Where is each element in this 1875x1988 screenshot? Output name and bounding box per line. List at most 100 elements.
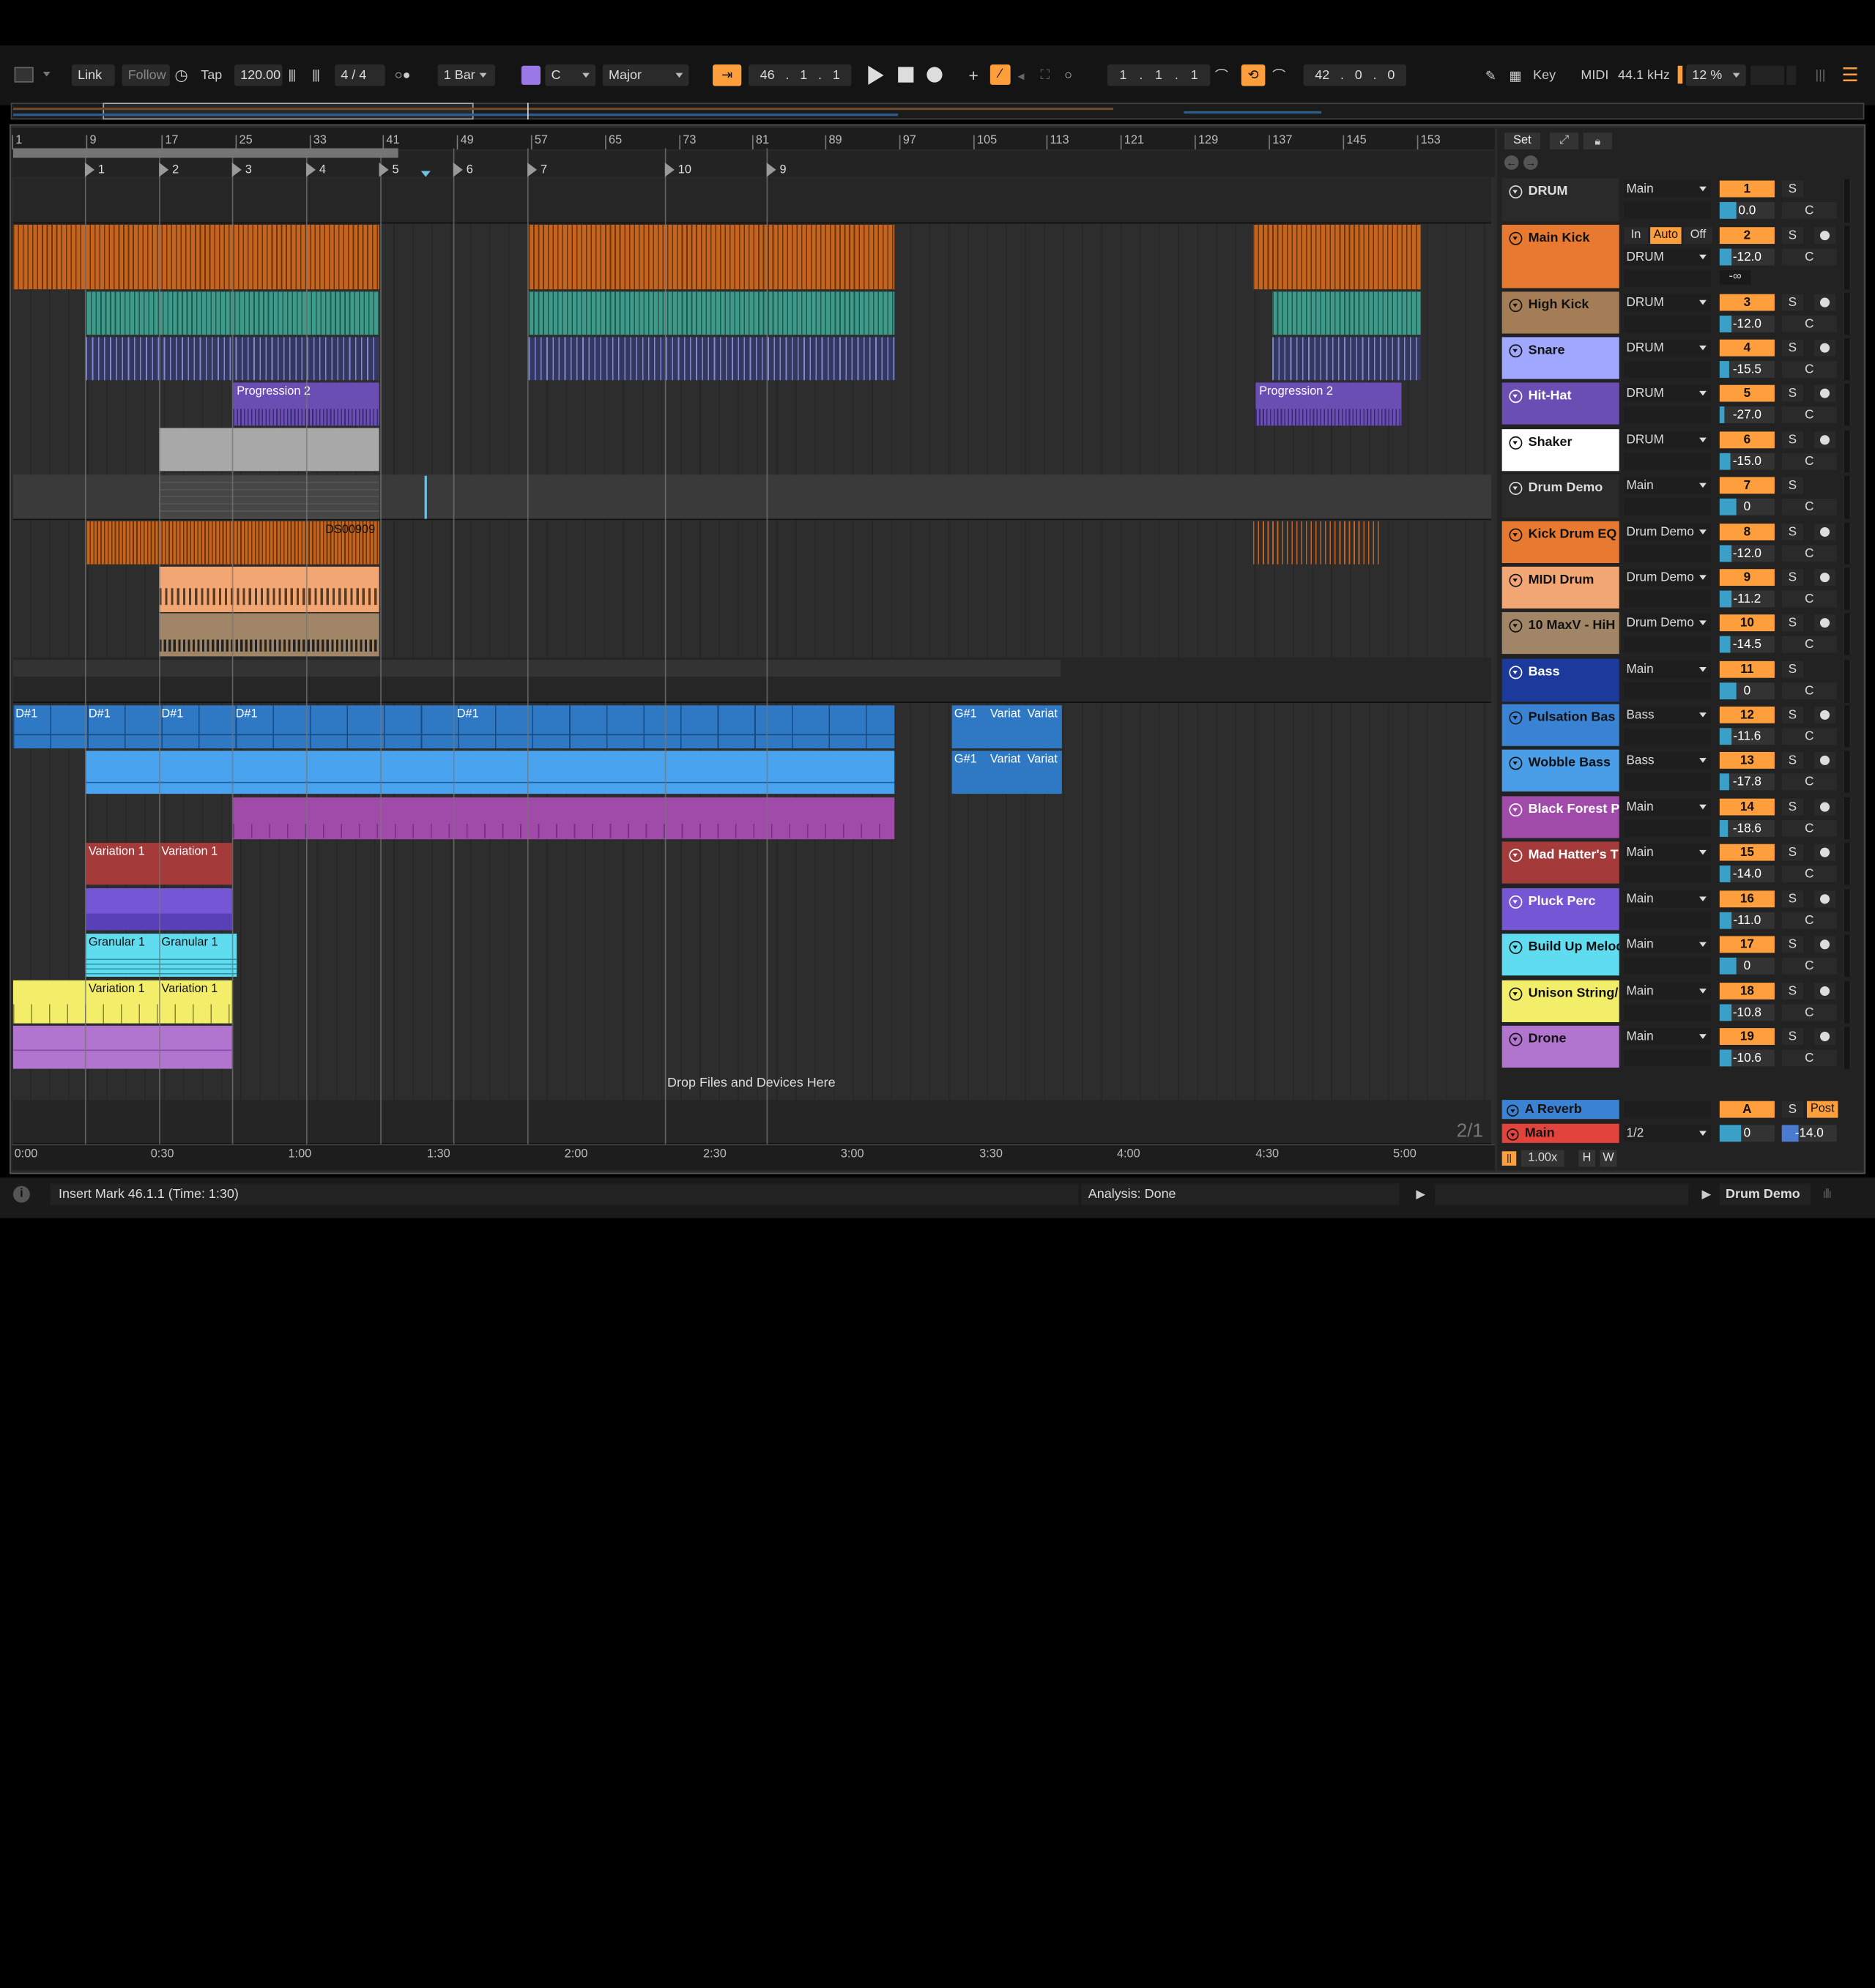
computer-keyboard-icon[interactable]: ▦ [1509, 60, 1521, 91]
track-activator[interactable]: 2 [1719, 227, 1775, 245]
track-header[interactable]: Pulsation Bas [1501, 704, 1619, 746]
output-routing-menu[interactable]: DRUM [1624, 384, 1712, 402]
solo-button[interactable]: S [1781, 1028, 1804, 1045]
arm-button[interactable] [1813, 227, 1836, 245]
output-channel-menu[interactable] [1624, 590, 1712, 608]
solo-button[interactable]: S [1781, 294, 1804, 311]
solo-button[interactable]: S [1781, 983, 1804, 999]
track-header[interactable]: Drum Demo [1501, 474, 1619, 518]
fold-icon[interactable] [1509, 390, 1523, 403]
solo-button[interactable]: S [1781, 706, 1804, 723]
volume-field[interactable]: -12.0 [1719, 316, 1775, 332]
output-routing-menu[interactable]: Main [1624, 477, 1712, 494]
pan-field[interactable]: C [1781, 912, 1837, 929]
master-track[interactable]: Main [1501, 1123, 1619, 1143]
w-button[interactable]: W [1600, 1150, 1617, 1167]
volume-field[interactable]: -14.5 [1719, 636, 1775, 653]
master-volume[interactable]: -14.0 [1781, 1125, 1837, 1142]
track-header[interactable]: Drone [1501, 1025, 1619, 1068]
output-channel-menu[interactable] [1624, 1004, 1712, 1021]
track-header[interactable]: Main Kick [1501, 224, 1619, 288]
output-routing-menu[interactable]: Bass [1624, 751, 1712, 769]
clip-main-kick[interactable] [12, 224, 379, 290]
output-routing-menu[interactable]: Main [1624, 936, 1712, 953]
pan-field[interactable]: C [1781, 248, 1837, 266]
locator-marker[interactable]: 1 [84, 163, 105, 177]
arrow-left-icon[interactable]: ← [1504, 155, 1519, 170]
clip-shaker[interactable] [159, 428, 379, 472]
input-off-button[interactable]: Off [1683, 227, 1713, 245]
view-toggle-icon[interactable] [14, 67, 34, 83]
output-channel-menu[interactable] [1624, 406, 1712, 423]
track-activator[interactable]: 11 [1719, 660, 1775, 678]
expand-icon[interactable]: ⤢ [1549, 133, 1579, 150]
clip-hithat[interactable]: Progression 2 [1255, 382, 1402, 426]
fold-icon[interactable] [1509, 803, 1523, 817]
fold-icon[interactable] [1509, 299, 1523, 313]
pan-field[interactable]: C [1781, 406, 1837, 423]
capture-icon[interactable]: ⛶ [1040, 60, 1050, 91]
clip-kick-drum-eq[interactable] [1253, 521, 1383, 565]
output-channel-menu[interactable] [1624, 498, 1712, 515]
h-button[interactable]: H [1578, 1150, 1596, 1167]
drop-hint[interactable]: Drop Files and Devices Here [667, 1076, 836, 1090]
solo-button[interactable]: S [1781, 1101, 1804, 1118]
pan-field[interactable]: C [1781, 545, 1837, 562]
output-routing-menu[interactable]: DRUM [1624, 431, 1712, 449]
arm-button[interactable] [1813, 798, 1836, 816]
fold-icon[interactable] [1509, 619, 1523, 633]
volume-field[interactable]: -12.0 [1719, 248, 1775, 266]
arrangement-position-icon[interactable]: ⇥ [713, 64, 742, 86]
fold-icon[interactable] [1509, 481, 1523, 495]
output-routing-menu[interactable]: Main [1624, 983, 1712, 999]
clip-drum-demo[interactable] [159, 475, 379, 519]
loop-brace[interactable] [12, 148, 398, 158]
volume-field[interactable]: -10.6 [1719, 1049, 1775, 1067]
fold-icon[interactable] [1509, 1032, 1523, 1046]
loop-switch-icon[interactable]: ⟲ [1241, 64, 1266, 86]
pan-field[interactable]: C [1781, 957, 1837, 975]
pan-field[interactable]: C [1781, 1004, 1837, 1021]
track-activator[interactable]: 13 [1719, 751, 1775, 769]
solo-button[interactable]: S [1781, 569, 1804, 587]
song-position-field[interactable]: 46. 1. 1 [749, 64, 852, 86]
lock-icon[interactable]: 🔒︎ [1583, 133, 1612, 150]
return-track-reverb[interactable]: A Reverb [1501, 1100, 1619, 1120]
pan-field[interactable]: C [1781, 865, 1837, 882]
device-play-icon[interactable]: ▶ [1698, 1186, 1715, 1205]
volume-field[interactable]: 0 [1719, 498, 1775, 515]
output-channel-menu[interactable] [1624, 316, 1712, 332]
track-activator[interactable]: 10 [1719, 614, 1775, 632]
set-button[interactable]: Set [1504, 133, 1540, 150]
pan-field[interactable]: C [1781, 820, 1837, 837]
track-header[interactable]: Build Up Melod [1501, 934, 1619, 976]
fold-icon[interactable] [1509, 666, 1523, 680]
arm-button[interactable] [1813, 844, 1836, 861]
link-button[interactable]: Link [71, 64, 115, 86]
clip-bass-group[interactable] [12, 660, 1061, 677]
output-routing-menu[interactable]: Main [1624, 1028, 1712, 1045]
arm-button[interactable] [1813, 936, 1836, 953]
pan-field[interactable]: C [1781, 361, 1837, 378]
pan-field[interactable]: C [1781, 498, 1837, 515]
track-activator[interactable]: 8 [1719, 524, 1775, 540]
fold-icon[interactable] [1509, 185, 1523, 199]
key-map-button[interactable]: Key [1533, 60, 1556, 91]
quantization-menu[interactable]: 1 Bar [437, 64, 495, 86]
clip-wobble-bass[interactable]: G#1 Variat Variat [951, 751, 1062, 794]
fold-icon[interactable] [1509, 756, 1523, 770]
root-key-menu[interactable]: C [545, 64, 596, 86]
locator-marker[interactable]: 10 [664, 163, 691, 177]
track-activator[interactable]: 16 [1719, 890, 1775, 908]
volume-field[interactable]: -10.8 [1719, 1004, 1775, 1021]
solo-button[interactable]: S [1781, 751, 1804, 769]
arm-button[interactable] [1813, 524, 1836, 540]
nudge-down-icon[interactable]: ||| [288, 60, 296, 91]
clip-unison-string[interactable]: Variation 1 Variation 1 [12, 980, 232, 1024]
volume-field[interactable]: -11.2 [1719, 590, 1775, 608]
output-channel-menu[interactable] [1624, 957, 1712, 975]
track-activator[interactable]: 19 [1719, 1028, 1775, 1045]
return-route[interactable] [1624, 1101, 1712, 1118]
output-channel-menu[interactable] [1624, 269, 1712, 287]
zoom-field[interactable]: 1.00x [1521, 1150, 1564, 1167]
